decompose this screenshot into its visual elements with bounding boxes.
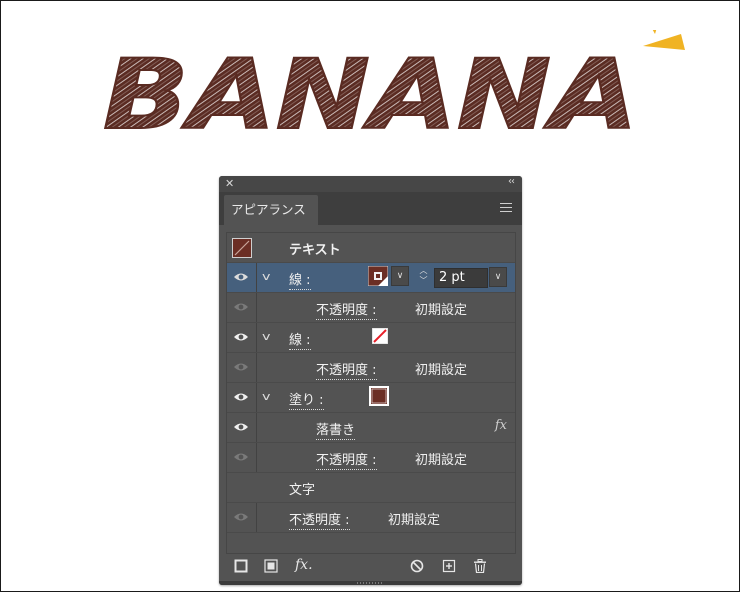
add-new-fill-icon[interactable] [264, 559, 278, 573]
visibility-eye-icon[interactable] [233, 301, 249, 313]
row-stroke-2[interactable]: v 線 : [227, 323, 515, 353]
panel-menu-icon[interactable] [500, 203, 512, 213]
row-fill[interactable]: v 塗り : [227, 383, 515, 413]
row-label: テキスト [289, 243, 341, 258]
chevron-down-icon[interactable]: v [262, 330, 270, 343]
eye-divider [256, 263, 257, 292]
tab-appearance[interactable]: アピアランス [224, 195, 318, 225]
add-new-stroke-icon[interactable] [234, 559, 248, 573]
stroke-color-dropdown[interactable]: ∨ [391, 266, 409, 286]
row-stroke-1[interactable]: v 線 : ∨ ︿ ﹀ 2 pt ∨ [227, 263, 515, 293]
visibility-eye-icon[interactable] [233, 331, 249, 343]
row-label: 線 : [289, 273, 311, 290]
trash-icon[interactable] [473, 559, 487, 573]
row-characters[interactable]: 文字 [227, 473, 515, 503]
row-value: 初期設定 [415, 363, 468, 378]
row-opacity-1[interactable]: 不透明度 : 初期設定 [227, 293, 515, 323]
artwork-text: BANANA [103, 39, 638, 150]
stroke-color-swatch[interactable] [367, 265, 389, 287]
visibility-eye-icon[interactable] [233, 421, 249, 433]
row-label: 不透明度 : [316, 453, 377, 470]
eye-divider [256, 503, 257, 532]
row-opacity-4[interactable]: 不透明度 : 初期設定 [227, 503, 515, 533]
panel-tabbar: アピアランス [219, 192, 522, 225]
row-label: 落書き [316, 423, 356, 440]
eye-divider [256, 293, 257, 322]
text-thumbnail-icon [232, 238, 252, 258]
row-label: 文字 [289, 483, 316, 498]
visibility-eye-icon[interactable] [233, 391, 249, 403]
stroke-none-swatch[interactable] [371, 327, 389, 345]
visibility-eye-icon[interactable] [233, 511, 249, 523]
visibility-eye-icon[interactable] [233, 361, 249, 373]
effect-fx-icon[interactable]: fx [495, 418, 507, 433]
panel-titlebar: ✕ ‹‹ [219, 176, 522, 192]
row-value: 初期設定 [415, 303, 468, 318]
row-label: 線 : [289, 333, 311, 350]
row-label: 不透明度 : [289, 513, 350, 530]
visibility-eye-icon[interactable] [233, 451, 249, 463]
fill-color-swatch[interactable] [369, 386, 389, 406]
close-icon[interactable]: ✕ [225, 177, 234, 190]
eye-divider [256, 323, 257, 352]
chevron-down-icon[interactable]: v [262, 390, 270, 403]
appearance-list: テキスト v 線 : ∨ ︿ ﹀ 2 pt ∨ 不透明度 : 初期設定 v 線 … [226, 232, 516, 554]
row-label: 塗り : [289, 393, 324, 410]
resize-grip[interactable] [219, 581, 522, 585]
stroke-weight-dropdown[interactable]: ∨ [489, 267, 507, 287]
stroke-weight-stepper[interactable]: ︿ ﹀ [415, 266, 432, 288]
sparkle-accent [643, 30, 685, 50]
banana-artwork[interactable]: BANANA [95, 30, 695, 150]
row-label: 不透明度 : [316, 303, 377, 320]
appearance-panel: ✕ ‹‹ アピアランス テキスト v 線 : ∨ ︿ ﹀ 2 pt ∨ 不透明度… [219, 176, 522, 585]
visibility-eye-icon[interactable] [233, 271, 249, 283]
row-label: 不透明度 : [316, 363, 377, 380]
row-value: 初期設定 [415, 453, 468, 468]
row-opacity-3[interactable]: 不透明度 : 初期設定 [227, 443, 515, 473]
row-value: 初期設定 [388, 513, 441, 528]
eye-divider [256, 443, 257, 472]
artwork-svg: BANANA [102, 30, 685, 150]
add-effect-fx-icon[interactable]: fx. [295, 557, 313, 573]
row-opacity-2[interactable]: 不透明度 : 初期設定 [227, 353, 515, 383]
collapse-icon[interactable]: ‹‹ [508, 176, 515, 187]
duplicate-item-icon[interactable] [442, 559, 456, 573]
eye-divider [256, 413, 257, 442]
clear-appearance-icon[interactable] [410, 559, 424, 573]
row-text-object[interactable]: テキスト [227, 233, 515, 263]
eye-divider [256, 353, 257, 382]
stroke-weight-field[interactable]: 2 pt [434, 268, 488, 288]
panel-footer: fx. [219, 553, 522, 581]
chevron-down-icon[interactable]: v [262, 270, 270, 283]
eye-divider [256, 383, 257, 412]
row-scribble-effect[interactable]: 落書き fx [227, 413, 515, 443]
